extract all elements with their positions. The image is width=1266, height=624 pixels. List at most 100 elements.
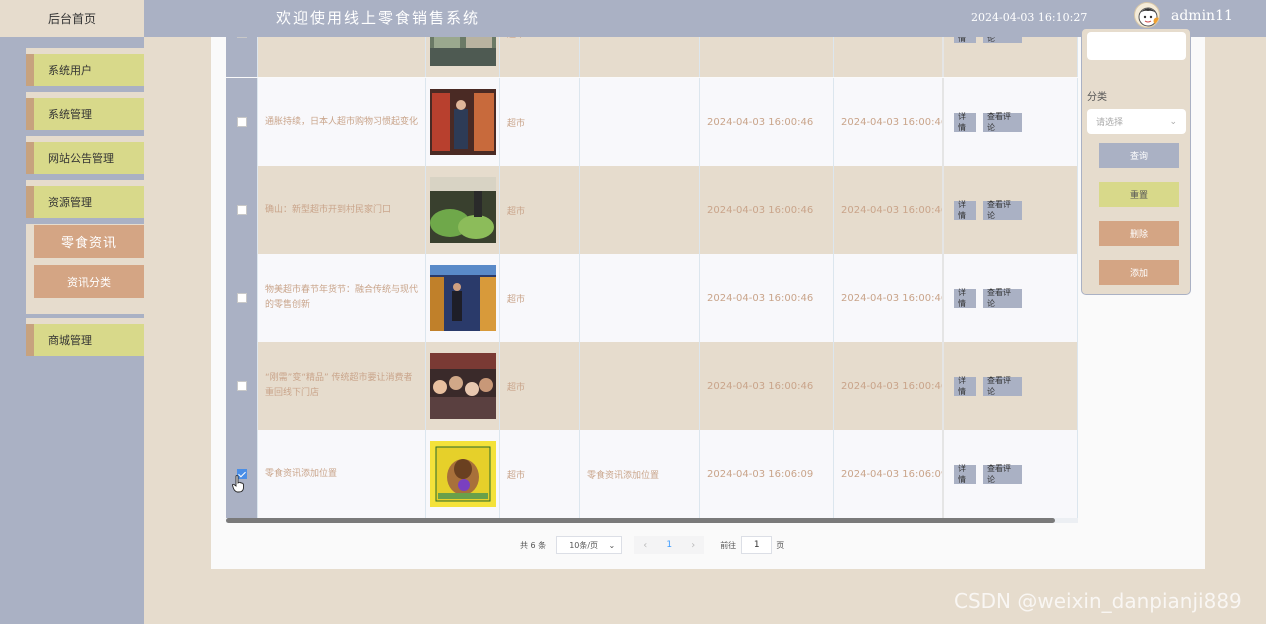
news-title: 零食资讯添加位置 bbox=[258, 430, 426, 518]
top-header: 后台首页 欢迎使用线上零食销售系统 2024-04-03 16:10:27 ad… bbox=[0, 0, 1266, 37]
sidebar-item-mall[interactable]: 商城管理 bbox=[26, 318, 152, 356]
submenu-snack-news: 零食资讯 资讯分类 bbox=[26, 224, 144, 314]
detail-button[interactable]: 详情 bbox=[954, 200, 976, 220]
supermarket-aisle-photo-icon bbox=[429, 89, 496, 155]
news-category: 超市 bbox=[500, 78, 580, 166]
pagination: 共 6 条 10条/页 ⌄ ‹ 1 › 前往 1 页 bbox=[520, 536, 784, 554]
goto-page-input[interactable]: 1 bbox=[741, 536, 773, 554]
news-thumbnail[interactable] bbox=[429, 441, 496, 507]
news-category: 超市 bbox=[500, 166, 580, 254]
row-checkbox[interactable] bbox=[236, 381, 247, 391]
next-page-icon[interactable]: › bbox=[682, 540, 704, 551]
goto-label: 前往 bbox=[720, 540, 737, 550]
sidebar-item-resources[interactable]: 资源管理 bbox=[26, 180, 152, 218]
news-updated-time: 2024-04-03 16:00:46 bbox=[834, 37, 944, 77]
sidebar-item-announcements[interactable]: 网站公告管理 bbox=[26, 136, 152, 174]
total-count: 共 6 条 bbox=[520, 540, 547, 550]
sidebar-item-snack-news[interactable]: 零食资讯 bbox=[34, 225, 144, 258]
system-title: 欢迎使用线上零食销售系统 bbox=[276, 9, 481, 27]
view-comments-button[interactable]: 查看评论 bbox=[983, 37, 1022, 43]
view-comments-button[interactable]: 查看评论 bbox=[983, 288, 1022, 308]
row-checkbox[interactable] bbox=[236, 205, 247, 215]
news-updated-time: 2024-04-03 16:00:46 bbox=[834, 166, 944, 254]
news-intro bbox=[580, 37, 700, 77]
view-comments-button[interactable]: 查看评论 bbox=[983, 464, 1022, 484]
sidebar-item-system-users[interactable]: 系统用户 bbox=[26, 48, 152, 86]
news-category: 超市 bbox=[500, 254, 580, 342]
username[interactable]: admin11 bbox=[1171, 8, 1233, 24]
news-intro bbox=[580, 342, 700, 430]
detail-button[interactable]: 详情 bbox=[954, 464, 976, 484]
hand-pointer-icon bbox=[232, 475, 244, 493]
row-checkbox[interactable] bbox=[236, 37, 247, 38]
news-updated-time: 2024-04-03 16:06:09 bbox=[834, 430, 944, 518]
news-created-time: 2024-04-03 16:00:46 bbox=[700, 78, 834, 166]
news-created-time: 2024-04-03 16:00:46 bbox=[700, 37, 834, 77]
news-title: 物美超市春节年货节：融合传统与现代的零售创新 bbox=[258, 254, 426, 342]
table-row: 确山：新型超市开到村民家门口 超市 2024-04-03 16:00:46 20… bbox=[226, 166, 1078, 254]
view-comments-button[interactable]: 查看评论 bbox=[983, 200, 1022, 220]
news-category: 超市 bbox=[500, 430, 580, 518]
sidebar-item-news-category[interactable]: 资讯分类 bbox=[34, 265, 144, 298]
table-row: 通胀持续，日本人超市购物习惯起变化 超市 2024-04-03 16:00:46… bbox=[226, 78, 1078, 166]
news-thumbnail[interactable] bbox=[429, 177, 496, 243]
news-title: 华上所说觉观察。拉扯、对方心理成动 bbox=[258, 37, 426, 77]
table-row: 零食资讯添加位置 超市 零食资讯添加位置 2024-04-03 16:06:09… bbox=[226, 430, 1078, 518]
avatar[interactable] bbox=[1134, 2, 1160, 28]
news-updated-time: 2024-04-03 16:00:46 bbox=[834, 254, 944, 342]
filter-panel: 分类 请选择 ⌄ 查询 重置 删除 添加 bbox=[1081, 28, 1191, 295]
prev-page-icon[interactable]: ‹ bbox=[634, 540, 656, 551]
table-horizontal-scrollbar[interactable] bbox=[226, 518, 1078, 523]
news-intro bbox=[580, 166, 700, 254]
news-table: 华上所说觉观察。拉扯、对方心理成动 超市 2024-04-03 16:00:46… bbox=[226, 37, 1078, 519]
news-category: 超市 bbox=[500, 37, 580, 77]
category-select-placeholder: 请选择 bbox=[1096, 118, 1124, 128]
news-thumbnail[interactable] bbox=[429, 265, 496, 331]
table-row: “刚需”变“精品” 传统超市要让消费者重回线下门店 超市 2024-04-03 … bbox=[226, 342, 1078, 430]
detail-button[interactable]: 详情 bbox=[954, 37, 976, 43]
current-page[interactable]: 1 bbox=[656, 540, 682, 550]
news-title: 通胀持续，日本人超市购物习惯起变化 bbox=[258, 78, 426, 166]
news-updated-time: 2024-04-03 16:00:46 bbox=[834, 78, 944, 166]
view-comments-button[interactable]: 查看评论 bbox=[983, 376, 1022, 396]
scrollbar-thumb[interactable] bbox=[226, 518, 1055, 523]
news-thumbnail[interactable] bbox=[429, 89, 496, 155]
news-intro: 零食资讯添加位置 bbox=[580, 430, 700, 518]
vegetable-market-photo-icon bbox=[429, 177, 496, 243]
view-comments-button[interactable]: 查看评论 bbox=[983, 112, 1022, 132]
page-buttons: ‹ 1 › bbox=[634, 536, 705, 554]
dog-photo-icon bbox=[429, 441, 496, 507]
crowded-store-photo-icon bbox=[429, 353, 496, 419]
news-thumbnail[interactable] bbox=[429, 353, 496, 419]
detail-button[interactable]: 详情 bbox=[954, 288, 976, 308]
current-datetime: 2024-04-03 16:10:27 bbox=[971, 11, 1088, 24]
reset-button[interactable]: 重置 bbox=[1099, 182, 1179, 207]
row-checkbox[interactable] bbox=[236, 117, 247, 127]
detail-button[interactable]: 详情 bbox=[954, 376, 976, 396]
query-button[interactable]: 查询 bbox=[1099, 143, 1179, 168]
news-updated-time: 2024-04-03 16:00:46 bbox=[834, 342, 944, 430]
supermarket-photo-icon bbox=[429, 37, 496, 66]
search-input[interactable] bbox=[1087, 32, 1186, 60]
home-button[interactable]: 后台首页 bbox=[0, 0, 144, 37]
sidebar: 系统用户 系统管理 网站公告管理 资源管理 零食资讯 资讯分类 商城管理 bbox=[0, 37, 152, 624]
category-select[interactable]: 请选择 ⌄ bbox=[1087, 109, 1186, 134]
table-row: 物美超市春节年货节：融合传统与现代的零售创新 超市 2024-04-03 16:… bbox=[226, 254, 1078, 342]
news-title: “刚需”变“精品” 传统超市要让消费者重回线下门店 bbox=[258, 342, 426, 430]
page-suffix: 页 bbox=[776, 540, 785, 550]
sidebar-item-system-management[interactable]: 系统管理 bbox=[26, 92, 152, 130]
page-size-select[interactable]: 10条/页 ⌄ bbox=[556, 536, 623, 554]
news-created-time: 2024-04-03 16:06:09 bbox=[700, 430, 834, 518]
news-thumbnail[interactable] bbox=[429, 37, 496, 66]
chevron-down-icon: ⌄ bbox=[1169, 116, 1177, 127]
news-created-time: 2024-04-03 16:00:46 bbox=[700, 166, 834, 254]
row-checkbox[interactable] bbox=[236, 293, 247, 303]
category-label: 分类 bbox=[1087, 92, 1107, 103]
detail-button[interactable]: 详情 bbox=[954, 112, 976, 132]
add-button[interactable]: 添加 bbox=[1099, 260, 1179, 285]
csdn-watermark: CSDN @weixin_danpianji889 bbox=[954, 589, 1242, 613]
news-created-time: 2024-04-03 16:00:46 bbox=[700, 342, 834, 430]
page-size-value: 10条/页 bbox=[569, 540, 599, 550]
chevron-down-icon: ⌄ bbox=[608, 540, 616, 550]
delete-button[interactable]: 删除 bbox=[1099, 221, 1179, 246]
